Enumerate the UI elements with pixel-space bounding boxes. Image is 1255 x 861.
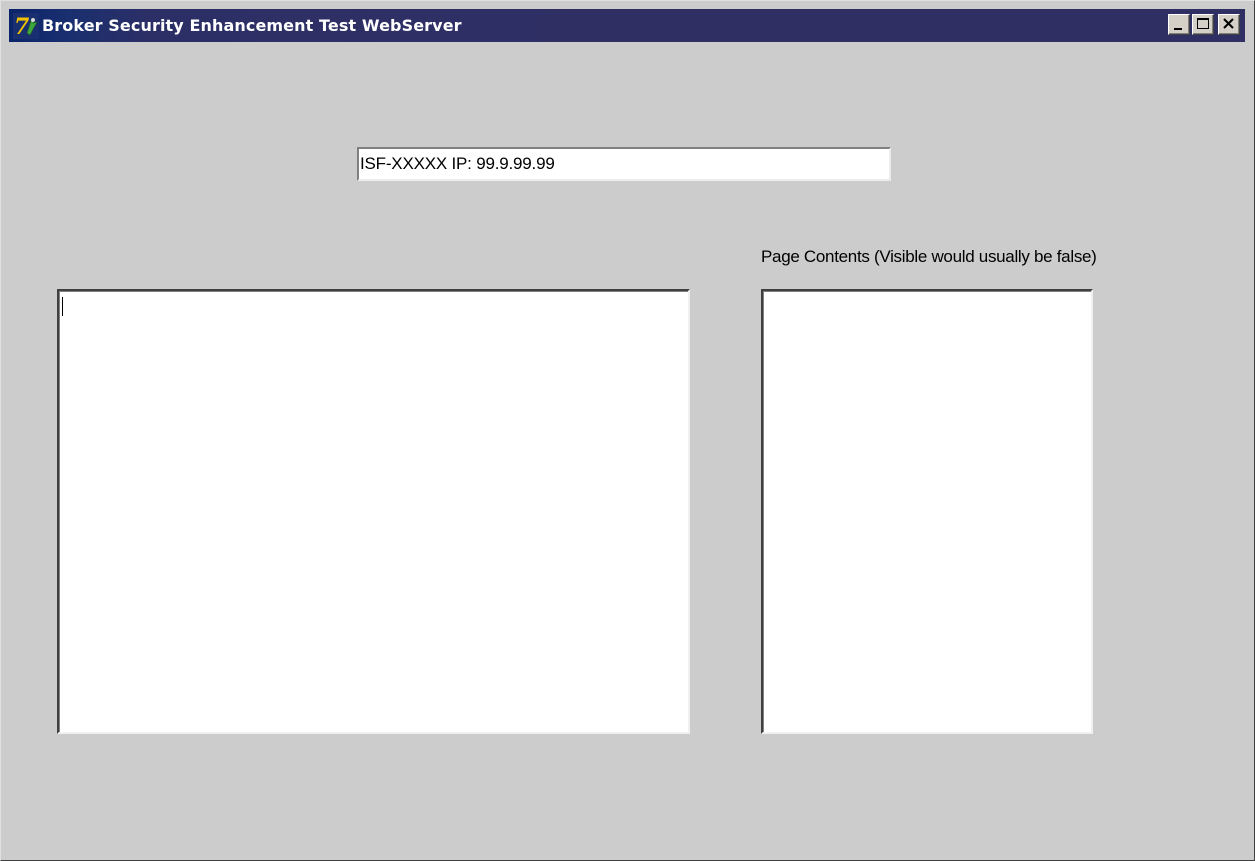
minimize-button[interactable] [1168, 14, 1190, 35]
page-contents-memo[interactable] [761, 289, 1093, 734]
close-icon [1223, 18, 1234, 29]
ip-address-field[interactable] [357, 147, 891, 181]
log-memo[interactable] [57, 289, 690, 734]
caption-buttons [1168, 14, 1240, 35]
window-title: Broker Security Enhancement Test WebServ… [42, 16, 462, 35]
minimize-icon [1174, 28, 1182, 30]
app-icon[interactable]: 7 [13, 12, 39, 40]
text-caret [62, 297, 63, 316]
maximize-button[interactable] [1192, 14, 1214, 35]
main-window: 7 Broker Security Enhancement Test WebSe… [0, 0, 1255, 861]
page-contents-label: Page Contents (Visible would usually be … [761, 247, 1097, 266]
close-button[interactable] [1218, 14, 1240, 35]
title-bar[interactable]: 7 Broker Security Enhancement Test WebSe… [9, 9, 1245, 42]
svg-text:7: 7 [14, 14, 30, 39]
maximize-icon [1197, 18, 1209, 29]
